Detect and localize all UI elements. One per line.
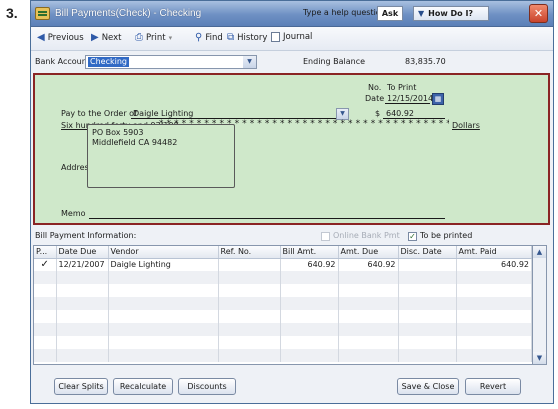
title-bar: Bill Payments(Check) - Checking Type a h…	[31, 1, 553, 27]
bank-account-row: Bank Account Checking ▼ Ending Balance 8…	[31, 53, 553, 73]
date-label: Date	[365, 94, 385, 103]
find-button[interactable]: ⚲ Find	[195, 32, 223, 43]
col-header[interactable]: Ref. No.	[218, 246, 281, 259]
arrow-left-icon: ◀	[37, 32, 45, 43]
bill-payments-window: Bill Payments(Check) - Checking Type a h…	[30, 0, 554, 404]
amount-field[interactable]: 640.92	[386, 109, 414, 118]
calendar-icon[interactable]: ▦	[432, 93, 444, 105]
table-row[interactable]: ✓ 12/21/2007 Daigle Lighting 640.92 640.…	[34, 258, 532, 271]
memo-label: Memo	[61, 209, 86, 218]
previous-button[interactable]: ◀ Previous	[37, 32, 84, 43]
bank-account-label: Bank Account	[35, 57, 90, 66]
to-be-printed-checkbox[interactable]: ✓	[408, 232, 417, 241]
col-header[interactable]: P...	[34, 246, 57, 259]
ask-button[interactable]: Ask	[377, 6, 403, 21]
window-title: Bill Payments(Check) - Checking	[55, 8, 202, 19]
bank-account-value: Checking	[88, 57, 129, 67]
col-header[interactable]: Amt. Paid	[456, 246, 532, 259]
check-number-label: No.	[368, 83, 382, 92]
address-line-1: PO Box 5903	[92, 128, 144, 137]
address-field[interactable]: PO Box 5903 Middlefield CA 94482	[87, 124, 235, 188]
table-row	[34, 271, 532, 284]
bill-payment-table: P... Date Due Vendor Ref. No. Bill Amt. …	[33, 245, 533, 365]
vendor-cell: Daigle Lighting	[108, 258, 219, 271]
date-field[interactable]: 12/15/2014	[387, 94, 433, 103]
table-header: P... Date Due Vendor Ref. No. Bill Amt. …	[34, 246, 532, 259]
how-do-i-button[interactable]: ▼ How Do I?	[413, 6, 489, 21]
check-area: No. To Print Date 12/15/2014 ▦ Pay to th…	[33, 73, 550, 225]
find-icon: ⚲	[195, 32, 203, 43]
close-button[interactable]: ✕	[529, 4, 548, 23]
online-bank-pmt-label: Online Bank Pmt	[333, 231, 400, 240]
amt-paid-cell[interactable]: 640.92	[456, 258, 532, 271]
triangle-down-icon: ▼	[418, 9, 425, 18]
payee-field[interactable]: Daigle Lighting	[133, 109, 193, 118]
dropdown-arrow-icon[interactable]: ▾	[169, 34, 173, 42]
revert-button[interactable]: Revert	[465, 378, 521, 395]
table-row	[34, 297, 532, 310]
table-row	[34, 336, 532, 349]
discounts-button[interactable]: Discounts	[178, 378, 236, 395]
table-row	[34, 284, 532, 297]
table-row	[34, 310, 532, 323]
memo-field[interactable]	[89, 218, 445, 219]
col-header[interactable]: Bill Amt.	[280, 246, 339, 259]
scroll-down-icon[interactable]: ▼	[533, 352, 546, 364]
table-row	[34, 349, 532, 362]
next-label: Next	[101, 32, 122, 43]
date-due-cell: 12/21/2007	[56, 258, 109, 271]
help-question-label[interactable]: Type a help question	[303, 8, 386, 17]
disc-date-cell	[398, 258, 457, 271]
address-line-2: Middlefield CA 94482	[92, 138, 178, 147]
col-header[interactable]: Amt. Due	[338, 246, 399, 259]
dollar-sign: $	[375, 109, 381, 118]
clear-splits-button[interactable]: Clear Splits	[54, 378, 108, 395]
check-icon	[35, 7, 50, 20]
how-do-i-label: How Do I?	[428, 9, 474, 18]
col-header[interactable]: Vendor	[108, 246, 219, 259]
pay-to-label: Pay to the Order of	[61, 109, 137, 118]
history-label: History	[237, 32, 268, 43]
save-close-button[interactable]: Save & Close	[397, 378, 459, 395]
ref-no-cell	[218, 258, 281, 271]
printer-icon: ⎙	[135, 32, 143, 43]
toolbar: ◀ Previous ▶ Next ⎙ Print ▾ ⚲ Find ⧉ History J…	[31, 27, 553, 51]
check-number-field[interactable]: To Print	[387, 83, 416, 92]
chevron-down-icon[interactable]: ▼	[243, 56, 256, 68]
history-button[interactable]: ⧉ History	[227, 32, 267, 43]
scroll-up-icon[interactable]: ▲	[533, 246, 546, 258]
print-label: Print	[146, 32, 166, 43]
previous-label: Previous	[47, 32, 84, 43]
bill-amt-cell: 640.92	[280, 258, 339, 271]
print-button[interactable]: ⎙ Print ▾	[135, 32, 172, 43]
table-row	[34, 323, 532, 336]
amt-due-cell: 640.92	[338, 258, 399, 271]
step-number: 3.	[6, 5, 18, 21]
journal-icon	[271, 32, 280, 42]
ending-balance-label: Ending Balance	[303, 57, 366, 66]
journal-button[interactable]: Journal	[271, 32, 312, 42]
col-header[interactable]: Disc. Date	[398, 246, 457, 259]
vertical-scrollbar[interactable]: ▲ ▼	[533, 245, 547, 365]
next-button[interactable]: ▶ Next	[91, 32, 122, 43]
recalculate-button[interactable]: Recalculate	[113, 378, 173, 395]
arrow-right-icon: ▶	[91, 32, 99, 43]
ending-balance-value: 83,835.70	[405, 57, 446, 66]
online-bank-pmt-checkbox[interactable]	[321, 232, 330, 241]
bill-payment-info-label: Bill Payment Information:	[35, 231, 137, 240]
find-label: Find	[205, 32, 223, 43]
date-underline	[385, 103, 430, 104]
dollars-label: Dollars	[452, 121, 480, 130]
checkmark-icon[interactable]: ✓	[34, 258, 57, 271]
to-be-printed-label: To be printed	[420, 231, 473, 240]
bill-payment-info-row: Bill Payment Information: Online Bank Pm…	[31, 229, 553, 243]
bank-account-select[interactable]: Checking ▼	[85, 55, 257, 69]
journal-label: Journal	[283, 32, 313, 42]
history-icon: ⧉	[227, 32, 235, 43]
col-header[interactable]: Date Due	[56, 246, 109, 259]
